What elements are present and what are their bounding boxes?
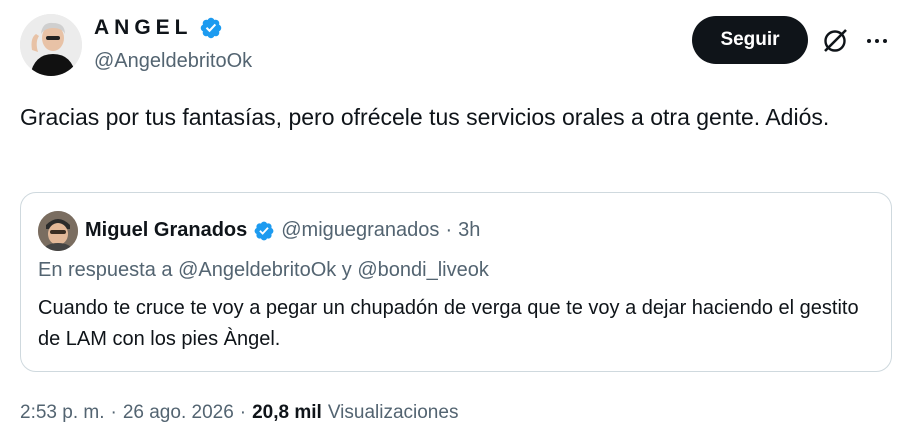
tweet-text: Gracias por tus fantasías, pero ofrécele… — [20, 104, 830, 130]
author-avatar[interactable] — [20, 14, 82, 76]
verified-badge-icon — [200, 17, 221, 39]
quoted-tweet[interactable]: Miguel Granados @miguegranados · 3h En r… — [20, 192, 892, 372]
views-count: 20,8 mil — [252, 402, 322, 423]
quoted-author-handle[interactable]: @miguegranados — [281, 219, 439, 242]
author-name-row: ANGEL — [94, 16, 223, 40]
tweet-meta: 2:53 p. m. · 26 ago. 2026 · 20,8 mil Vis… — [20, 402, 458, 424]
separator: · — [239, 402, 247, 423]
author-display-name[interactable]: ANGEL — [94, 16, 193, 40]
author-handle[interactable]: @AngeldebritoOk — [94, 50, 252, 73]
quoted-timestamp[interactable]: 3h — [458, 219, 480, 242]
tweet-header: ANGEL @AngeldebritoOk Seguir — [20, 14, 892, 78]
separator: · — [110, 402, 117, 423]
quoted-author-avatar[interactable] — [38, 211, 78, 251]
reply-context: En respuesta a @AngeldebritoOk y @bondi_… — [38, 259, 489, 281]
views-label: Visualizaciones — [327, 402, 459, 423]
quoted-author-name[interactable]: Miguel Granados — [85, 219, 247, 242]
follow-button[interactable]: Seguir — [692, 16, 808, 64]
grok-icon[interactable] — [820, 26, 850, 56]
more-options-icon[interactable] — [862, 28, 892, 54]
separator: · — [445, 219, 453, 241]
tweet-time[interactable]: 2:53 p. m. — [20, 402, 105, 424]
quoted-text: Cuando te cruce te voy a pegar un chupad… — [38, 297, 859, 350]
verified-badge-icon — [254, 221, 274, 240]
quoted-header: Miguel Granados @miguegranados · 3h — [85, 219, 480, 242]
tweet-date[interactable]: 26 ago. 2026 — [123, 402, 234, 424]
